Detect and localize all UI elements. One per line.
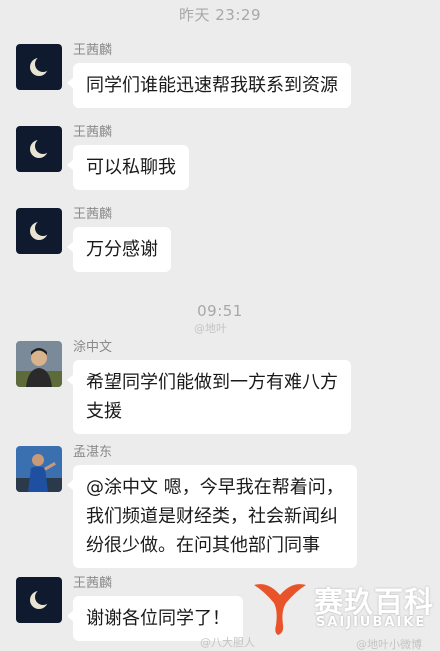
avatar[interactable] [16,577,62,623]
sender-name: 王茜麟 [73,576,113,591]
avatar[interactable] [16,208,62,254]
avatar[interactable] [16,446,62,492]
timestamp-2: 09:51 [197,302,243,320]
brand-pinyin: SAIJIUBAIKE [316,615,427,630]
watermark-text: @地叶 [194,322,227,335]
message-line: 支援 [86,401,122,422]
message-bubble[interactable]: 万分感谢 [67,227,171,272]
message-line: 纷很少做。在问其他部门同事 [86,535,320,556]
sender-name: 王茜麟 [73,43,113,58]
message-line: 谢谢各位同学了！ [86,608,230,629]
person-avatar-icon [16,341,62,387]
moon-avatar-icon [16,44,62,90]
sender-name: 王茜麟 [73,125,113,140]
sender-name: 王茜麟 [73,207,113,222]
avatar[interactable] [16,341,62,387]
avatar[interactable] [16,126,62,172]
timestamp-1: 昨天 23:29 [179,6,261,24]
message-bubble[interactable]: 可以私聊我 [67,145,189,190]
message-bubble[interactable]: 希望同学们能做到一方有难八方 支援 [67,360,351,434]
message-bubble[interactable]: @涂中文 嗯，今早我在帮着问， 我们频道是财经类，社会新闻纠 纷很少做。在问其他… [67,465,357,568]
moon-avatar-icon [16,126,62,172]
whale-tail-logo-icon [254,584,306,635]
person-avatar-icon [16,446,62,492]
sender-name: 孟湛东 [73,445,113,460]
message-line: 可以私聊我 [86,157,176,178]
message-line: 我们频道是财经类，社会新闻纠 [86,506,338,527]
brand-watermark: 赛玖百科 SAIJIUBAIKE [250,573,434,643]
avatar[interactable] [16,44,62,90]
message-line: @涂中文 嗯，今早我在帮着问， [86,477,344,498]
message-bubble[interactable]: 同学们谁能迅速帮我联系到资源 [67,63,351,108]
message-line: 希望同学们能做到一方有难八方 [86,372,338,393]
message-line: 万分感谢 [86,239,158,260]
message-line: 同学们谁能迅速帮我联系到资源 [86,75,338,96]
watermark-text: @八大胆人 [200,636,255,649]
moon-avatar-icon [16,577,62,623]
sender-name: 涂中文 [73,340,113,355]
moon-avatar-icon [16,208,62,254]
